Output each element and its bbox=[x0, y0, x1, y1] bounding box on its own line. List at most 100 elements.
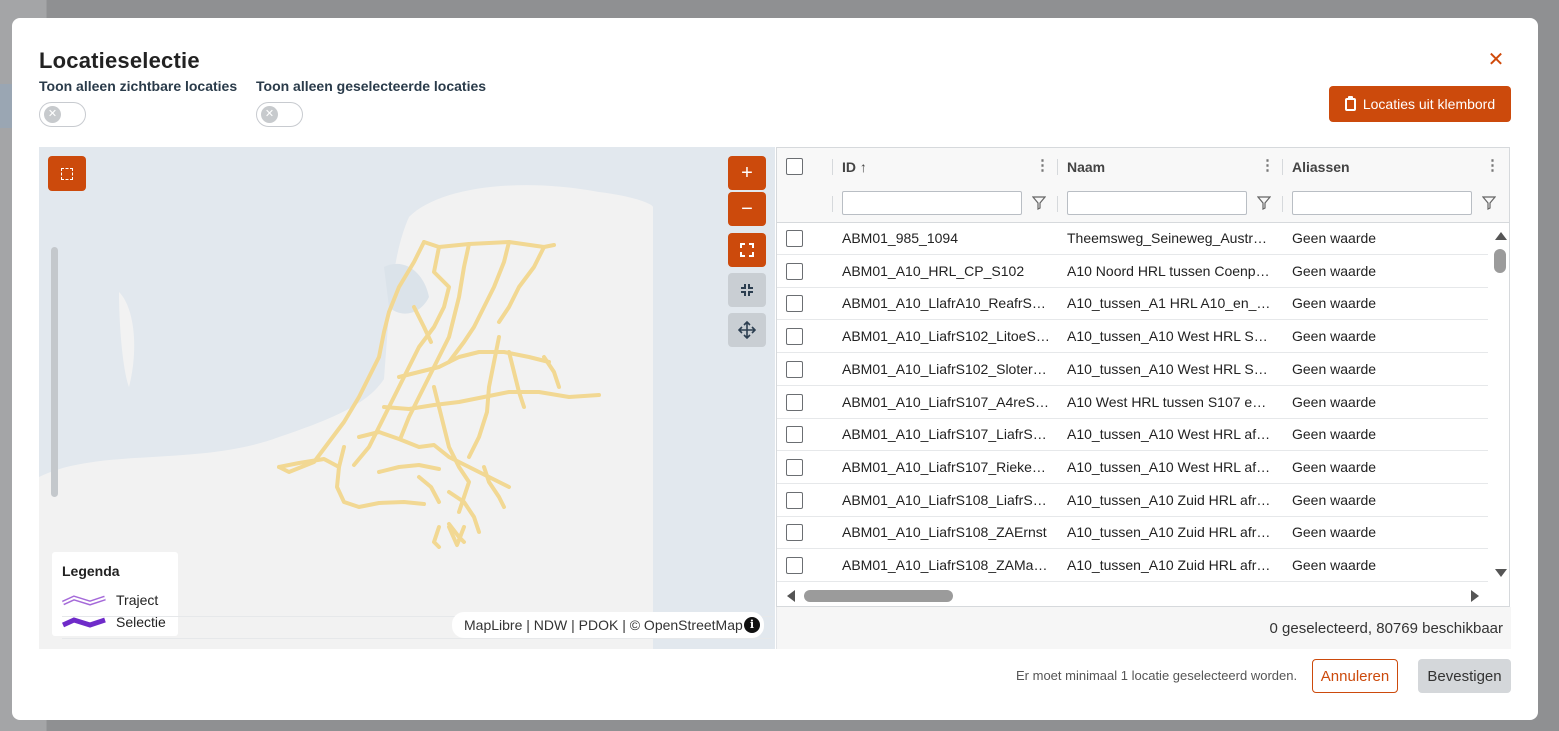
scroll-right-icon[interactable] bbox=[1471, 590, 1479, 602]
cell-naam: A10_tussen_A10 Zuid HRL afr S1... bbox=[1067, 491, 1272, 508]
cell-aliassen: Geen waarde bbox=[1292, 230, 1377, 246]
cell-id: ABM01_A10_LiafrS108_LiafrS109 bbox=[842, 491, 1050, 508]
table-row[interactable]: ABM01_A10_LiafrS107_Riekerpol... A10_tuss… bbox=[777, 451, 1488, 484]
table-row[interactable]: ABM01_A10_LiafrS107_LiafrS108 A10_tussen_… bbox=[777, 418, 1488, 452]
cell-id: ABM01_A10_LiafrS102_LitoeS103 bbox=[842, 328, 1050, 345]
table-row[interactable]: ABM01_A10_LiafrS108_LiafrS109 A10_tussen_… bbox=[777, 484, 1488, 517]
table-row[interactable]: ABM01_A10_LiafrS108_ZAMahler A10_tussen_A… bbox=[777, 549, 1488, 582]
filter-icon[interactable] bbox=[1257, 196, 1271, 210]
cell-id: ABM01_A10_LiafrS102_Sloterdijk bbox=[842, 360, 1050, 377]
selection-count: 0 geselecteerd, 80769 beschikbaar bbox=[1269, 620, 1504, 637]
cell-aliassen: Geen waarde bbox=[1292, 458, 1377, 475]
clipboard-locations-button[interactable]: Locaties uit klembord bbox=[1329, 86, 1511, 122]
box-select-icon bbox=[61, 168, 73, 180]
toggle-selected-switch[interactable]: ✕ bbox=[256, 102, 303, 127]
cell-naam: A10_tussen_A10 Zuid HRL afr S1... bbox=[1067, 524, 1272, 541]
row-checkbox[interactable] bbox=[786, 426, 803, 444]
row-checkbox[interactable] bbox=[786, 328, 803, 346]
scroll-up-icon[interactable] bbox=[1495, 232, 1507, 240]
select-all-checkbox[interactable] bbox=[786, 158, 803, 175]
column-separator bbox=[1057, 159, 1058, 175]
confirm-button[interactable]: Bevestigen bbox=[1418, 659, 1511, 693]
cell-naam: A10_tussen_A10 West HRL afr S1... bbox=[1067, 458, 1272, 475]
cell-aliassen: Geen waarde bbox=[1292, 557, 1377, 573]
row-checkbox[interactable] bbox=[786, 393, 803, 411]
row-checkbox[interactable] bbox=[786, 360, 803, 378]
row-checkbox[interactable] bbox=[786, 262, 803, 280]
zoom-in-button[interactable]: + bbox=[728, 156, 766, 190]
map-view[interactable]: + − Legenda Traject Selectie MapLibre | … bbox=[39, 147, 775, 649]
horizontal-scroll-thumb[interactable] bbox=[804, 590, 953, 602]
cell-aliassen: Geen waarde bbox=[1292, 393, 1377, 410]
cell-naam: A10 West HRL tussen S107 en A4... bbox=[1067, 393, 1272, 410]
cell-id: ABM01_985_1094 bbox=[842, 230, 958, 246]
column-separator bbox=[1282, 159, 1283, 175]
attribution-text[interactable]: MapLibre | NDW | PDOK | © OpenStreetMap bbox=[464, 617, 743, 633]
id-filter-input[interactable] bbox=[842, 191, 1022, 215]
collapse-button[interactable] bbox=[728, 273, 766, 307]
table-row[interactable]: ABM01_A10_LlafrA10_ReafrS113 A10_tussen_A… bbox=[777, 287, 1488, 321]
map-attribution: MapLibre | NDW | PDOK | © OpenStreetMap … bbox=[452, 612, 764, 638]
recenter-button[interactable] bbox=[728, 313, 766, 347]
close-icon[interactable]: ✕ bbox=[1486, 50, 1506, 70]
scroll-left-icon[interactable] bbox=[787, 590, 795, 602]
legend-label-selectie: Selectie bbox=[116, 614, 166, 630]
map-legend: Legenda Traject Selectie bbox=[52, 552, 773, 639]
horizontal-scrollbar[interactable] bbox=[777, 584, 1489, 606]
info-icon[interactable]: i bbox=[744, 617, 760, 633]
toggle-off-icon: ✕ bbox=[44, 106, 61, 123]
aliassen-filter-input[interactable] bbox=[1292, 191, 1472, 215]
filter-icon[interactable] bbox=[1032, 196, 1046, 210]
cell-naam: A10_tussen_A10 Zuid HRL afr S1... bbox=[1067, 557, 1272, 573]
table-row[interactable]: ABM01_A10_LiafrS102_Sloterdijk A10_tussen… bbox=[777, 353, 1488, 386]
vertical-scrollbar[interactable] bbox=[1489, 222, 1509, 583]
box-select-button[interactable] bbox=[48, 156, 86, 191]
naam-filter-input[interactable] bbox=[1067, 191, 1247, 215]
cell-aliassen: Geen waarde bbox=[1292, 426, 1377, 443]
column-menu-icon[interactable]: ⋮ bbox=[1035, 156, 1050, 174]
cell-aliassen: Geen waarde bbox=[1292, 360, 1377, 377]
row-checkbox[interactable] bbox=[786, 458, 803, 476]
column-header-id[interactable]: ID ↑ bbox=[842, 159, 867, 175]
cell-naam: A10_tussen_A10 West HRL afr S1... bbox=[1067, 426, 1272, 443]
cell-naam: A10_tussen_A10 West HRL S102_... bbox=[1067, 360, 1272, 377]
column-menu-icon[interactable]: ⋮ bbox=[1260, 156, 1275, 174]
cell-aliassen: Geen waarde bbox=[1292, 262, 1377, 279]
column-separator bbox=[1282, 196, 1283, 212]
table-row[interactable]: ABM01_A10_LiafrS107_A4reS107 A10 West HRL… bbox=[777, 386, 1488, 419]
row-checkbox[interactable] bbox=[786, 491, 803, 509]
column-separator bbox=[832, 196, 833, 212]
cell-id: ABM01_A10_HRL_CP_S102 bbox=[842, 262, 1025, 279]
table-status-bar: 0 geselecteerd, 80769 beschikbaar bbox=[776, 607, 1511, 649]
table-row[interactable]: ABM01_A10_LiafrS102_LitoeS103 A10_tussen_… bbox=[777, 320, 1488, 354]
toggle-selected-label: Toon alleen geselecteerde locaties bbox=[256, 78, 487, 94]
fullscreen-button[interactable] bbox=[728, 233, 766, 267]
cell-id: ABM01_A10_LiafrS107_LiafrS108 bbox=[842, 426, 1050, 443]
collapse-icon bbox=[741, 284, 753, 296]
row-checkbox[interactable] bbox=[786, 295, 803, 313]
move-arrows-icon bbox=[738, 321, 756, 339]
table-header: ID ↑ ⋮ Naam ⋮ Aliassen ⋮ bbox=[777, 148, 1509, 186]
row-checkbox[interactable] bbox=[786, 230, 803, 247]
column-menu-icon[interactable]: ⋮ bbox=[1485, 156, 1500, 174]
vertical-scroll-thumb[interactable] bbox=[1494, 249, 1506, 273]
column-separator bbox=[832, 159, 833, 175]
cell-aliassen: Geen waarde bbox=[1292, 295, 1377, 312]
expand-icon bbox=[740, 243, 754, 257]
validation-message: Er moet minimaal 1 locatie geselecteerd … bbox=[1016, 668, 1298, 683]
map-scrollbar[interactable] bbox=[51, 247, 58, 497]
table-row[interactable]: ABM01_A10_HRL_CP_S102 A10 Noord HRL tusse… bbox=[777, 255, 1488, 288]
column-header-naam[interactable]: Naam bbox=[1067, 159, 1105, 175]
land-uk-coast bbox=[119, 292, 135, 387]
cancel-button[interactable]: Annuleren bbox=[1312, 659, 1398, 693]
cell-id: ABM01_A10_LiafrS107_Riekerpol... bbox=[842, 458, 1050, 475]
toggle-visible-switch[interactable]: ✕ bbox=[39, 102, 86, 127]
filter-icon[interactable] bbox=[1482, 196, 1496, 210]
column-header-aliassen[interactable]: Aliassen bbox=[1292, 159, 1350, 175]
table-row[interactable]: ABM01_A10_LiafrS108_ZAErnst A10_tussen_A1… bbox=[777, 516, 1488, 550]
row-checkbox[interactable] bbox=[786, 557, 803, 574]
scroll-down-icon[interactable] bbox=[1495, 569, 1507, 577]
table-row[interactable]: ABM01_985_1094 Theemsweg_Seineweg_Austral… bbox=[777, 222, 1488, 255]
row-checkbox[interactable] bbox=[786, 524, 803, 542]
zoom-out-button[interactable]: − bbox=[728, 192, 766, 226]
